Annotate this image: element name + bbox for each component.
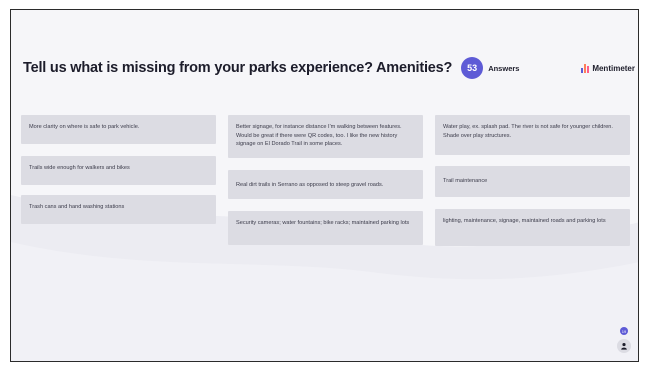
- question-title: Tell us what is missing from your parks …: [23, 60, 453, 76]
- answers-column: Water play, ex. splash pad. The river is…: [435, 115, 630, 246]
- answer-card: Water play, ex. splash pad. The river is…: [435, 115, 630, 155]
- answers-grid: More clarity on where is safe to park ve…: [21, 115, 631, 246]
- answer-card: lighting, maintenance, signage, maintain…: [435, 209, 630, 246]
- answer-card: Trails wide enough for walkers and bikes: [21, 156, 216, 185]
- answer-card: Trail maintenance: [435, 166, 630, 197]
- brand-logo: Mentimeter: [581, 63, 635, 73]
- answers-column: More clarity on where is safe to park ve…: [21, 115, 216, 246]
- brand-name: Mentimeter: [592, 63, 635, 73]
- answer-count-label: Answers: [488, 63, 520, 73]
- answer-card: Better signage, for instance distance I'…: [228, 115, 423, 158]
- participants-indicator[interactable]: 19: [617, 327, 631, 353]
- answer-count-badge: 53: [461, 57, 484, 79]
- answer-card: Security cameras; water fountains; bike …: [228, 211, 423, 245]
- participant-count-badge: 19: [620, 327, 628, 335]
- question-header: Tell us what is missing from your parks …: [23, 56, 635, 80]
- answer-card: Real dirt trails in Serrano as opposed t…: [228, 170, 423, 199]
- answers-column: Better signage, for instance distance I'…: [228, 115, 423, 246]
- answer-card: Trash cans and hand washing stations: [21, 195, 216, 224]
- presentation-slide: Tell us what is missing from your parks …: [10, 9, 639, 362]
- mentimeter-bars-icon: [581, 63, 590, 73]
- person-icon: [617, 339, 631, 353]
- answer-card: More clarity on where is safe to park ve…: [21, 115, 216, 144]
